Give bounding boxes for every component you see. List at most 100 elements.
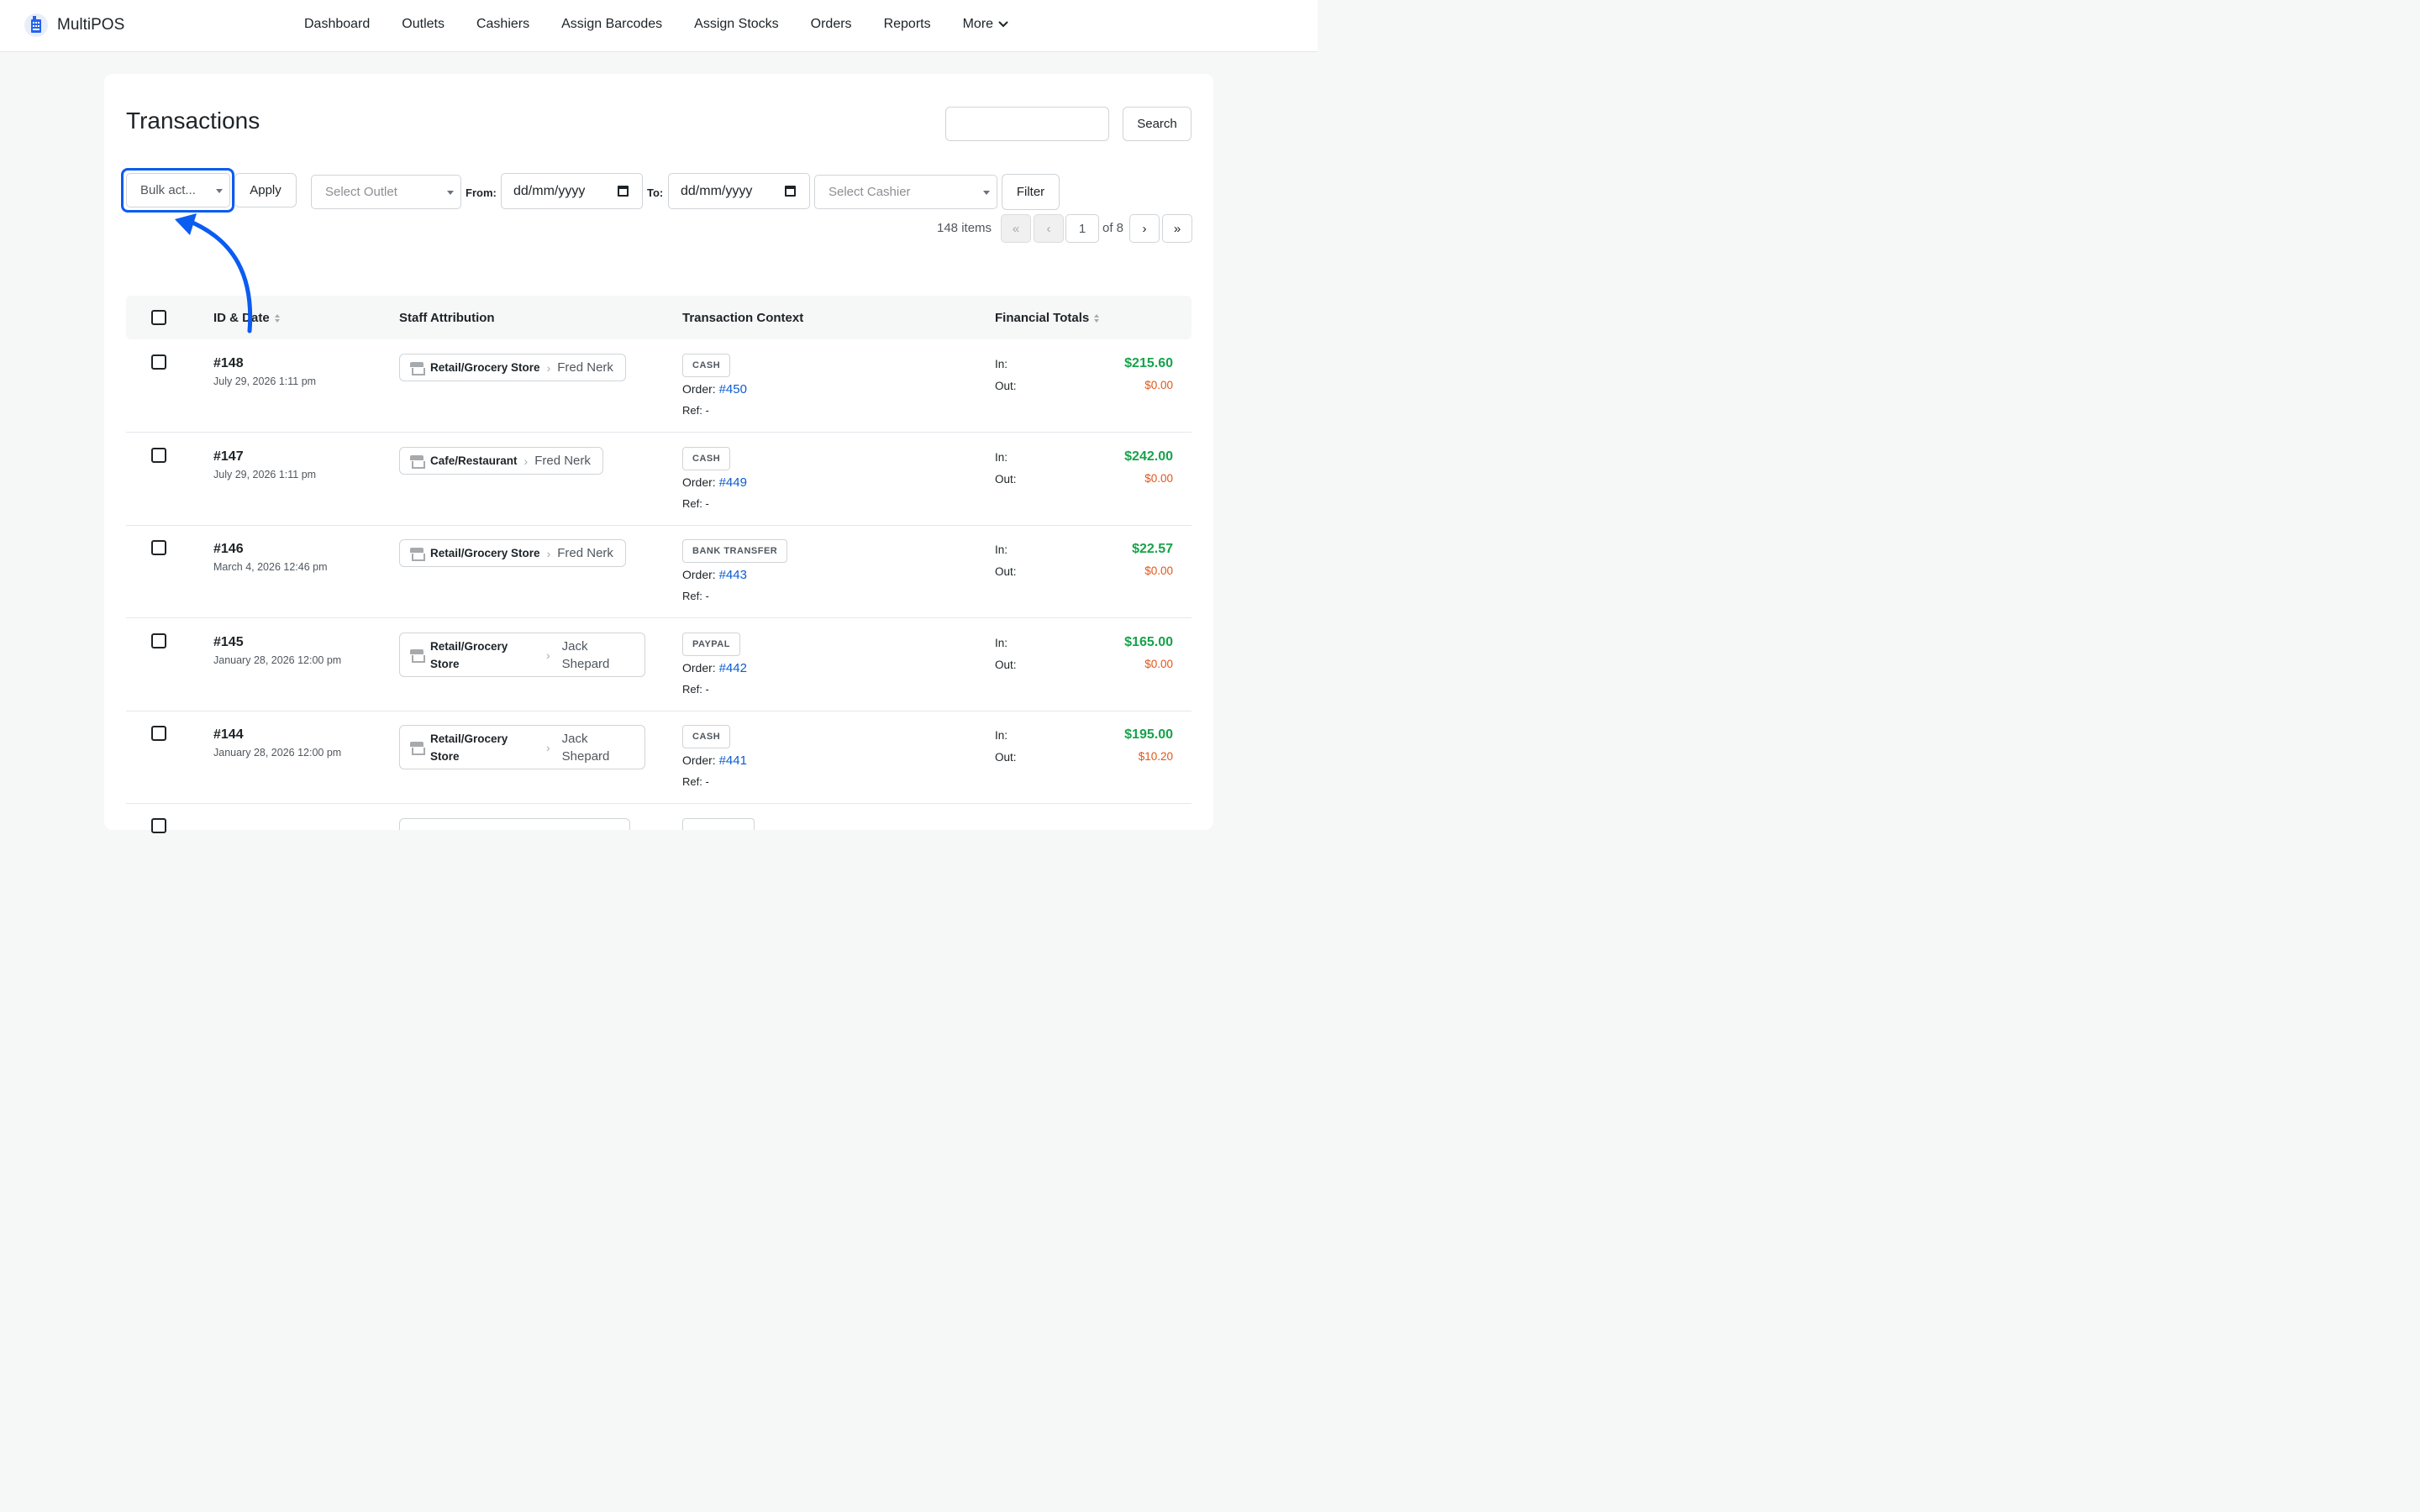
prev-page-button[interactable]: ‹ <box>1034 214 1064 243</box>
order-link[interactable]: #450 <box>719 382 747 396</box>
in-label: In: <box>995 451 1008 464</box>
order-line: Order: #449 <box>682 475 747 490</box>
chevron-right-icon: › <box>546 360 551 375</box>
row-checkbox[interactable] <box>151 354 166 370</box>
outlet-select[interactable]: Select Outlet <box>311 175 461 209</box>
row-checkbox[interactable] <box>151 448 166 463</box>
caret-down-icon <box>447 190 454 195</box>
out-amount: $10.20 <box>1138 750 1173 763</box>
calendar-icon[interactable] <box>785 186 796 197</box>
reference: Ref: - <box>682 590 709 602</box>
staff-attribution: Retail/Grocery Store › Jack Shepard <box>399 725 645 769</box>
cashier-select[interactable]: Select Cashier <box>814 175 997 209</box>
search-button[interactable]: Search <box>1123 107 1192 141</box>
nav-cashiers[interactable]: Cashiers <box>476 17 529 32</box>
store-icon <box>410 361 425 375</box>
filter-button[interactable]: Filter <box>1002 174 1060 210</box>
table-row: #146 March 4, 2026 12:46 pm Retail/Groce… <box>126 525 1192 618</box>
payment-method-badge: CASH <box>682 447 731 470</box>
table-row: #145 January 28, 2026 12:00 pm Retail/Gr… <box>126 618 1192 711</box>
calendar-icon[interactable] <box>618 186 629 197</box>
current-page-input[interactable]: 1 <box>1065 214 1099 243</box>
from-date-placeholder: dd/mm/yyyy <box>513 183 586 198</box>
nav-dashboard[interactable]: Dashboard <box>304 17 370 32</box>
transaction-id[interactable]: #145 <box>213 635 244 650</box>
order-link[interactable]: #449 <box>719 475 747 490</box>
transaction-id[interactable]: #146 <box>213 542 244 557</box>
row-checkbox[interactable] <box>151 818 166 833</box>
column-id-date[interactable]: ID & Date <box>213 311 280 325</box>
transaction-date: July 29, 2026 1:11 pm <box>213 469 317 480</box>
in-label: In: <box>995 637 1008 649</box>
nav-outlets[interactable]: Outlets <box>402 17 445 32</box>
from-label: From: <box>466 186 497 199</box>
table-row: #144 January 28, 2026 12:00 pm Retail/Gr… <box>126 711 1192 804</box>
transaction-id[interactable]: #144 <box>213 727 244 743</box>
from-date-input[interactable]: dd/mm/yyyy <box>501 173 643 209</box>
transaction-id[interactable]: #148 <box>213 356 244 371</box>
outlet-name: Retail/Grocery Store <box>430 732 508 763</box>
search-input[interactable] <box>945 107 1109 141</box>
last-page-button[interactable]: » <box>1162 214 1192 243</box>
apply-button[interactable]: Apply <box>234 173 297 207</box>
payment-method-badge <box>682 818 755 830</box>
chevron-right-icon: › <box>546 546 551 560</box>
column-staff-attribution: Staff Attribution <box>399 311 495 325</box>
order-line: Order: #450 <box>682 382 747 396</box>
bulk-action-value: Bulk act... <box>140 183 196 197</box>
chevron-down-icon <box>998 21 1008 28</box>
next-page-button[interactable]: › <box>1129 214 1160 243</box>
brand[interactable]: MultiPOS <box>24 12 124 39</box>
table-row: #148 July 29, 2026 1:11 pm Retail/Grocer… <box>126 339 1192 433</box>
to-label: To: <box>647 186 664 199</box>
payment-method-badge: PAYPAL <box>682 633 740 656</box>
nav-assign-stocks[interactable]: Assign Stocks <box>694 17 778 32</box>
to-date-input[interactable]: dd/mm/yyyy <box>668 173 810 209</box>
sort-icon <box>274 313 280 323</box>
chevron-right-icon: › <box>546 648 550 662</box>
total-pages: of 8 <box>1102 221 1124 235</box>
row-checkbox[interactable] <box>151 726 166 741</box>
out-amount: $0.00 <box>1144 658 1173 670</box>
cashier-name: Jack Shepard <box>561 731 610 764</box>
bulk-action-select[interactable]: Bulk act... <box>126 173 230 207</box>
nav-more[interactable]: More <box>963 17 1008 32</box>
column-financial-totals[interactable]: Financial Totals <box>995 311 1100 325</box>
select-all-checkbox[interactable] <box>151 310 166 325</box>
nav-reports[interactable]: Reports <box>884 17 931 32</box>
store-icon <box>410 547 425 561</box>
in-label: In: <box>995 358 1008 370</box>
first-page-button[interactable]: « <box>1001 214 1031 243</box>
order-label: Order: <box>682 382 716 396</box>
chevron-right-icon: › <box>546 740 550 754</box>
reference: Ref: - <box>682 683 709 696</box>
payment-method-badge: CASH <box>682 354 731 377</box>
store-icon <box>410 741 425 755</box>
staff-attribution: Cafe/Restaurant › Fred Nerk <box>399 447 603 475</box>
cashier-select-placeholder: Select Cashier <box>829 185 911 199</box>
payment-method-badge: CASH <box>682 725 731 748</box>
table-row: #147 July 29, 2026 1:11 pm Cafe/Restaura… <box>126 433 1192 526</box>
cashier-name: Jack Shepard <box>561 638 610 671</box>
order-link[interactable]: #443 <box>719 568 747 582</box>
table-row-partial <box>126 813 1192 833</box>
order-line: Order: #441 <box>682 753 747 768</box>
sort-icon <box>1094 313 1100 323</box>
outlet-name: Retail/Grocery Store <box>430 547 540 559</box>
payment-method-badge: BANK TRANSFER <box>682 539 788 563</box>
main-nav: Dashboard Outlets Cashiers Assign Barcod… <box>304 17 1008 32</box>
row-checkbox[interactable] <box>151 633 166 648</box>
nav-assign-barcodes[interactable]: Assign Barcodes <box>561 17 662 32</box>
row-checkbox[interactable] <box>151 540 166 555</box>
column-id-date-label: ID & Date <box>213 311 270 325</box>
in-amount: $165.00 <box>1124 635 1173 649</box>
transaction-date: July 29, 2026 1:11 pm <box>213 375 317 387</box>
column-financial-totals-label: Financial Totals <box>995 311 1090 325</box>
column-transaction-context: Transaction Context <box>682 311 804 325</box>
nav-orders[interactable]: Orders <box>811 17 852 32</box>
order-link[interactable]: #442 <box>719 661 747 675</box>
transaction-id[interactable]: #147 <box>213 449 244 465</box>
in-label: In: <box>995 543 1008 556</box>
order-link[interactable]: #441 <box>719 753 747 768</box>
store-icon <box>410 648 425 663</box>
